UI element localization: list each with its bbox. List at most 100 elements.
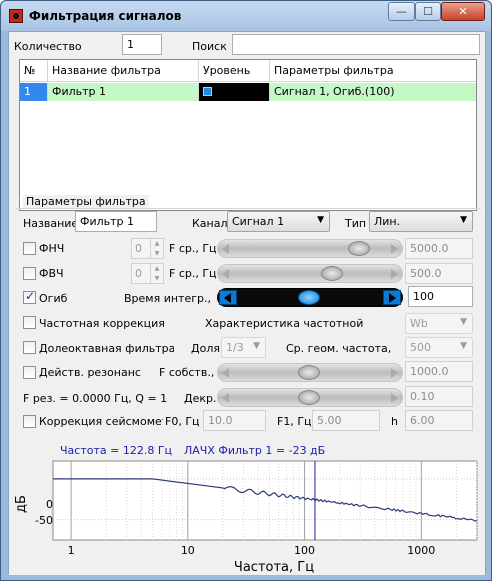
chevron-down-icon: ▼ bbox=[460, 317, 467, 327]
decrement-field[interactable]: 0.10 bbox=[405, 386, 473, 407]
count-field[interactable]: 1 bbox=[122, 34, 162, 55]
ytick-0: 0 bbox=[46, 498, 53, 511]
slider-right-icon[interactable] bbox=[391, 368, 398, 378]
header-params[interactable]: Параметры фильтра bbox=[270, 60, 476, 82]
slider-left-icon[interactable] bbox=[222, 393, 229, 403]
channel-select[interactable]: Сигнал 1 ▼ bbox=[227, 211, 330, 232]
xtick-10: 10 bbox=[181, 544, 195, 557]
xtick-1000: 1000 bbox=[407, 544, 435, 557]
slider-right-icon[interactable] bbox=[383, 290, 401, 305]
highpass-order-spinner[interactable]: 0 ▲ ▼ bbox=[131, 263, 164, 284]
octave-label: Долеоктавная фильтрация bbox=[39, 342, 174, 355]
h-field[interactable]: 6.00 bbox=[405, 410, 473, 431]
frequency-response-plot[interactable]: Частота = 122.8 Гц ЛАЧХ Фильтр 1 = -23 д… bbox=[9, 438, 485, 575]
f1-label: F1, Гц bbox=[277, 415, 312, 428]
slider-right-icon[interactable] bbox=[391, 244, 398, 254]
freqcorr-checkbox[interactable] bbox=[23, 316, 36, 329]
window-title: Фильтрация сигналов bbox=[29, 9, 182, 23]
slider-right-icon[interactable] bbox=[391, 393, 398, 403]
integration-time-label: Время интегр., bbox=[124, 292, 211, 305]
slider-left-icon[interactable] bbox=[222, 244, 229, 254]
f0-field[interactable]: 10.0 bbox=[203, 410, 266, 431]
table-header: № Название фильтра Уровень Параметры фил… bbox=[20, 60, 476, 82]
filter-table[interactable]: № Название фильтра Уровень Параметры фил… bbox=[19, 59, 477, 211]
spin-up-icon[interactable]: ▲ bbox=[150, 264, 163, 273]
geo-freq-select[interactable]: 500 ▼ bbox=[405, 337, 473, 358]
natural-freq-field[interactable]: 1000.0 bbox=[405, 361, 473, 382]
plot-ylabel: дБ bbox=[14, 495, 29, 513]
slider-thumb[interactable] bbox=[321, 266, 344, 281]
xtick-100: 100 bbox=[294, 544, 315, 557]
table-row[interactable]: 1 Фильтр 1 Сигнал 1, Огиб.(100) bbox=[20, 83, 476, 101]
highpass-checkbox[interactable] bbox=[23, 267, 36, 280]
slider-thumb[interactable] bbox=[298, 290, 320, 305]
plot-xlabel: Частота, Гц bbox=[234, 560, 314, 575]
params-group-title: Параметры фильтра bbox=[23, 195, 149, 208]
chevron-down-icon: ▼ bbox=[317, 215, 324, 225]
lowpass-checkbox[interactable] bbox=[23, 242, 36, 255]
type-select[interactable]: Лин. ▼ bbox=[369, 211, 473, 232]
highpass-freq-label: F ср., Гц bbox=[169, 267, 217, 280]
freqchar-select[interactable]: Wb ▼ bbox=[405, 313, 473, 334]
row-name: Фильтр 1 bbox=[48, 83, 199, 101]
type-label: Тип bbox=[345, 217, 367, 230]
spin-down-icon[interactable]: ▼ bbox=[150, 249, 163, 258]
f0-label: F0, Гц bbox=[165, 415, 200, 428]
header-level[interactable]: Уровень bbox=[199, 60, 270, 82]
share-label: Доля bbox=[191, 342, 220, 355]
integration-time-field[interactable]: 100 bbox=[408, 286, 473, 307]
resonance-label: Действ. резонанс bbox=[39, 366, 141, 379]
decrement-slider[interactable] bbox=[217, 388, 403, 407]
slider-left-icon[interactable] bbox=[219, 290, 237, 305]
freqchar-label: Характеристика частотной bbox=[205, 317, 364, 330]
header-name[interactable]: Название фильтра bbox=[48, 60, 199, 82]
slider-thumb[interactable] bbox=[298, 365, 320, 380]
minimize-button[interactable]: — bbox=[388, 2, 415, 21]
row-num: 1 bbox=[20, 83, 48, 101]
slider-thumb[interactable] bbox=[348, 241, 371, 256]
slider-thumb[interactable] bbox=[298, 390, 320, 405]
slider-left-icon[interactable] bbox=[222, 368, 229, 378]
share-select[interactable]: 1/3 ▼ bbox=[221, 337, 266, 358]
xtick-1: 1 bbox=[68, 544, 75, 557]
octave-checkbox[interactable] bbox=[23, 341, 36, 354]
lowpass-order-spinner[interactable]: 0 ▲ ▼ bbox=[131, 238, 164, 259]
chevron-down-icon: ▼ bbox=[253, 341, 260, 351]
header-num[interactable]: № bbox=[20, 60, 48, 82]
channel-value: Сигнал 1 bbox=[232, 215, 285, 228]
lowpass-freq-field[interactable]: 5000.0 bbox=[405, 238, 473, 259]
envelope-label: Огиб bbox=[39, 292, 68, 305]
search-input[interactable] bbox=[232, 34, 480, 55]
slider-right-icon[interactable] bbox=[391, 269, 398, 279]
client-area: Количество 1 Поиск № Название фильтра Ур… bbox=[8, 31, 486, 575]
fres-text: F рез. = 0.0000 Гц, Q = 1 bbox=[23, 392, 168, 405]
highpass-label: ФВЧ bbox=[39, 267, 64, 280]
envelope-checkbox[interactable] bbox=[23, 289, 36, 304]
lowpass-order-value: 0 bbox=[135, 242, 142, 255]
lowpass-slider[interactable] bbox=[217, 239, 403, 258]
title-bar[interactable]: Фильтрация сигналов — ☐ ✕ bbox=[1, 1, 491, 31]
integration-time-slider[interactable] bbox=[217, 288, 403, 307]
highpass-slider[interactable] bbox=[217, 264, 403, 283]
maximize-button[interactable]: ☐ bbox=[415, 2, 441, 21]
highpass-order-value: 0 bbox=[135, 267, 142, 280]
seismo-checkbox[interactable] bbox=[23, 415, 36, 428]
type-value: Лин. bbox=[374, 215, 401, 228]
natural-freq-slider[interactable] bbox=[217, 363, 403, 382]
spin-down-icon[interactable]: ▼ bbox=[150, 274, 163, 283]
name-field[interactable]: Фильтр 1 bbox=[75, 211, 157, 232]
f1-field[interactable]: 5.00 bbox=[312, 410, 380, 431]
spin-up-icon[interactable]: ▲ bbox=[150, 239, 163, 248]
lowpass-freq-label: F ср., Гц bbox=[169, 242, 217, 255]
name-label: Название bbox=[23, 217, 79, 230]
row-params: Сигнал 1, Огиб.(100) bbox=[274, 85, 395, 98]
chevron-down-icon: ▼ bbox=[460, 215, 467, 225]
h-label: h bbox=[391, 415, 398, 428]
resonance-checkbox[interactable] bbox=[23, 366, 36, 379]
freqcorr-label: Частотная коррекция bbox=[39, 317, 165, 330]
freqchar-value: Wb bbox=[410, 317, 428, 330]
close-button[interactable]: ✕ bbox=[441, 2, 485, 21]
slider-left-icon[interactable] bbox=[222, 269, 229, 279]
highpass-freq-field[interactable]: 500.0 bbox=[405, 263, 473, 284]
row-level-meter bbox=[199, 83, 270, 101]
